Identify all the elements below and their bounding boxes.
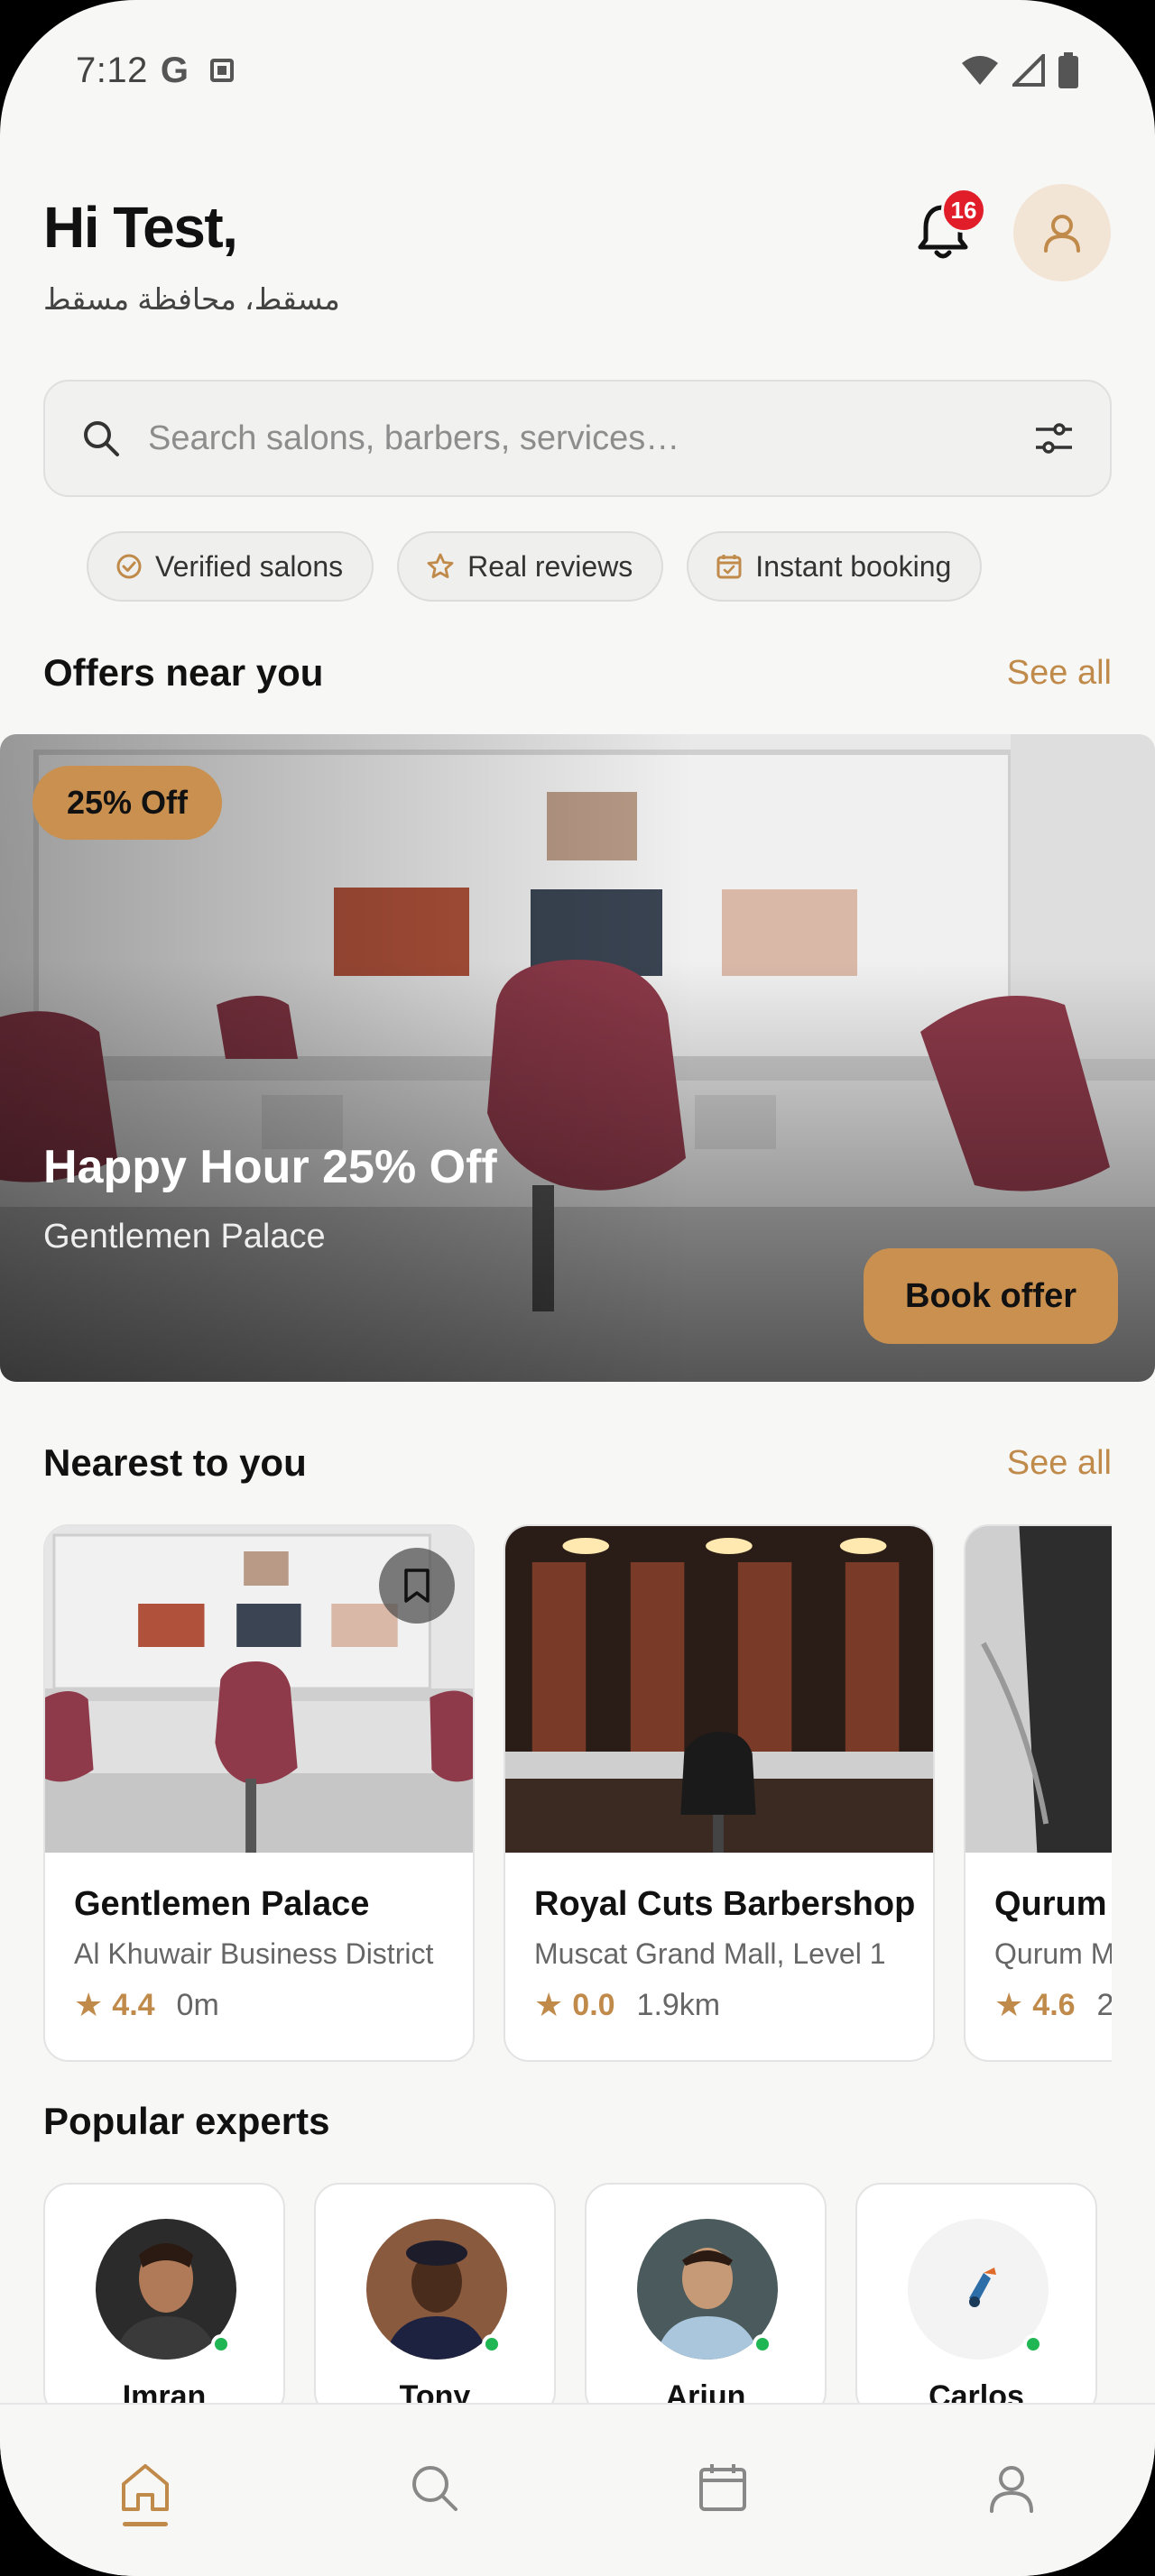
salon-distance: 2.4km [1097,1988,1112,2023]
expert-card[interactable]: Tony [314,2183,556,2417]
home-icon [122,2464,169,2511]
salon-name: Gentlemen Palace [74,1885,370,1923]
status-bar: 7:12 G [76,45,1079,96]
chip-verified-salons[interactable]: Verified salons [87,531,374,602]
check-circle-icon [116,554,142,579]
user-icon [1044,215,1080,253]
bookmark-icon [404,1569,430,1603]
nav-home[interactable] [109,2452,181,2524]
status-time: 7:12 [76,50,148,90]
chip-label: Real reviews [467,549,633,583]
profile-avatar-button[interactable] [1013,184,1111,281]
status-icons [960,52,1079,88]
book-offer-button[interactable]: Book offer [864,1248,1118,1344]
offer-salon-name: Gentlemen Palace [43,1218,326,1256]
app-screen: 7:12 G Hi Test, مسقط، محافظة مسقط 16 Sea… [0,0,1155,2576]
wifi-icon [962,56,998,85]
chip-label: Verified salons [155,549,344,583]
calendar-check-icon [716,555,742,579]
salon-distance: 1.9km [636,1987,721,2022]
salon-name: Royal Cuts Barbershop [534,1885,916,1923]
nav-profile[interactable] [975,2452,1048,2524]
chip-real-reviews[interactable]: Real reviews [397,531,664,602]
nearest-see-all-link[interactable]: See all [1007,1444,1112,1483]
cell-signal-icon [1012,54,1045,87]
salon-photo [966,1526,1112,1853]
calendar-icon [699,2464,746,2511]
salon-card[interactable]: Qurum Salon Qurum Mall ★ 4.6 2.4km [964,1524,1112,2062]
battery-icon [1058,52,1078,88]
filter-sliders-icon[interactable] [1034,420,1074,456]
expert-card[interactable]: Imran [43,2183,285,2417]
nav-bookings[interactable] [687,2452,759,2524]
bottom-navigation [0,2403,1155,2576]
feature-chips: Verified salons Real reviews Instant boo… [87,531,983,602]
offer-title: Happy Hour 25% Off [43,1141,497,1193]
offer-banner[interactable]: 25% Off Happy Hour 25% Off Gentlemen Pal… [0,734,1155,1382]
star-outline-icon [427,553,454,578]
online-status-indicator [753,2334,772,2354]
nearest-salons-carousel[interactable]: Gentlemen Palace Al Khuwair Business Dis… [43,1524,1112,2064]
notification-count-badge: 16 [941,188,986,233]
online-status-indicator [211,2334,231,2354]
salon-card[interactable]: Gentlemen Palace Al Khuwair Business Dis… [43,1524,475,2062]
greeting-title: Hi Test, [43,195,238,260]
search-bar[interactable]: Search salons, barbers, services… [43,380,1112,497]
salon-card[interactable]: Royal Cuts Barbershop Muscat Grand Mall,… [504,1524,935,2062]
offers-section-title: Offers near you [43,651,324,694]
salon-name: Qurum Salon [994,1885,1112,1923]
salon-rating: 4.6 [1032,1987,1076,2022]
salon-address: Muscat Grand Mall, Level 1 [534,1937,886,1970]
salon-rating-row: ★ 4.6 2.4km [994,1986,1112,2024]
experts-section-title: Popular experts [43,2100,330,2142]
bookmark-button[interactable] [379,1548,455,1624]
salon-rating-row: ★ 0.0 1.9km [534,1986,720,2024]
salon-rating: 0.0 [572,1987,615,2022]
star-icon: ★ [534,1986,564,2023]
star-icon: ★ [994,1986,1024,2023]
online-status-indicator [482,2334,502,2354]
search-input[interactable]: Search salons, barbers, services… [148,419,1034,458]
chip-instant-booking[interactable]: Instant booking [687,531,983,602]
offers-see-all-link[interactable]: See all [1007,654,1112,693]
profile-icon [990,2466,1033,2513]
search-icon [412,2466,457,2511]
expert-card[interactable]: Arjun [585,2183,827,2417]
salon-address: Qurum Mall [994,1937,1112,1970]
nearest-section-title: Nearest to you [43,1441,307,1484]
discount-badge: 25% Off [32,766,223,840]
star-icon: ★ [74,1986,104,2023]
salon-rating-row: ★ 4.4 0m [74,1986,219,2024]
notification-app-icon [209,59,234,82]
nav-search[interactable] [398,2452,470,2524]
active-tab-indicator [123,2522,168,2526]
salon-distance: 0m [176,1987,219,2022]
online-status-indicator [1023,2334,1043,2354]
salon-photo [505,1526,933,1853]
salon-rating: 4.4 [112,1987,155,2022]
google-icon: G [160,50,189,90]
search-icon [84,421,119,456]
chip-label: Instant booking [755,549,952,583]
expert-card[interactable]: Carlos [855,2183,1097,2417]
salon-address: Al Khuwair Business District [74,1937,434,1970]
popular-experts-carousel[interactable]: Imran Tony Arjun Carlos [43,2183,1155,2417]
current-location: مسقط، محافظة مسقط [43,282,340,316]
